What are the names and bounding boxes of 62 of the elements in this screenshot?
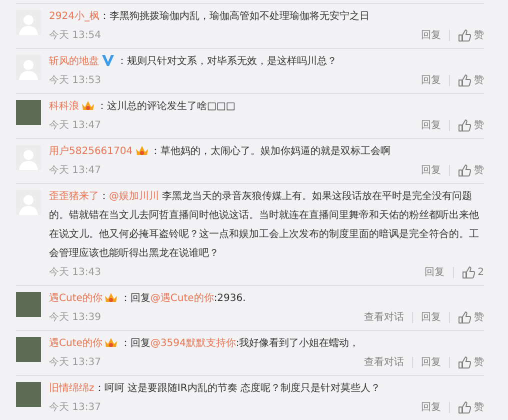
thumbs-up-icon [458, 74, 471, 87]
verified-icon [101, 54, 115, 66]
reply-link[interactable]: 回复 [413, 30, 450, 41]
thumbs-up-icon [458, 29, 471, 42]
comment-text: 科科浪 ：这川总的评论发生了啥□□□ [49, 98, 236, 114]
username-link[interactable]: 遇Cute的你 [49, 338, 102, 349]
like-button[interactable]: 赞 [450, 71, 484, 90]
comment-time: 今天 13:54 [49, 29, 101, 43]
comment-time: 今天 13:37 [49, 401, 101, 415]
reply-link[interactable]: 回复 [413, 312, 450, 323]
like-button[interactable]: 2 [454, 263, 484, 282]
like-button[interactable]: 赞 [450, 161, 484, 180]
reply-link[interactable]: 查看对话 [356, 312, 413, 323]
thumbs-up-icon [458, 401, 471, 414]
comment-text: 用户5825661704 ：草他妈的，太闹心了。娱加你妈逼的就是双标工会啊 [49, 143, 392, 159]
reply-link[interactable]: 回复 [416, 267, 454, 278]
comment-time: 今天 13:47 [49, 164, 101, 178]
comment-text: 斩风的地盘 ：规则只针对文系，对毕系无效，是这样吗川总？ [49, 53, 338, 69]
comment-time: 今天 13:53 [49, 74, 101, 88]
username-link[interactable]: 旧情绵绵z [49, 383, 94, 394]
username-link[interactable]: 科科浪 [49, 101, 79, 112]
thumbs-up-icon [458, 164, 471, 177]
comment-text: 2924小_枫：李黑狗挑拨瑜伽内乱，瑜伽高管如不处理瑜伽将无安宁之日 [49, 10, 370, 24]
username-link[interactable]: 歪歪猪来了 [49, 191, 99, 202]
reply-link[interactable]: 回复 [413, 402, 450, 413]
reply-link[interactable]: 回复 [413, 75, 450, 86]
like-button[interactable]: 赞 [450, 398, 484, 417]
comment-text: 遇Cute的你 ：回复@遇Cute的你:2936. [49, 290, 247, 306]
comment-time: 今天 13:37 [49, 356, 101, 370]
like-button[interactable]: 赞 [450, 26, 484, 45]
crown-icon [134, 144, 149, 156]
comment-text: 歪歪猪来了：@娱加川川 李黑龙当天的录音灰狼传媒上有。如果这段话放在平时是完全没有问题的。错就错在当文儿去阿哲直播间时他说这话。当时就连在直播间里舞帝和天佑的粉丝都听出来他在说文儿。他又何必掩耳盗铃呢？这一点和娱加工会上次发布的制度里面的暗讽是完全符合的。工会管理应该也能听得出黑龙在说谁吧？ [49, 190, 480, 261]
photo-placeholder [16, 337, 41, 362]
like-button[interactable]: 赞 [450, 353, 484, 372]
thumbs-up-icon [458, 311, 471, 324]
mention-link[interactable]: @遇Cute的你 [150, 293, 214, 304]
username-link[interactable]: 用户5825661704 [49, 146, 133, 157]
photo-placeholder [16, 100, 41, 125]
photo-placeholder [16, 292, 41, 317]
like-button[interactable]: 赞 [450, 116, 484, 135]
crown-icon [104, 291, 118, 303]
thumbs-up-icon [458, 119, 471, 132]
reply-link[interactable]: 查看对话 [356, 357, 413, 368]
thumbs-up-icon [462, 266, 475, 279]
reply-link[interactable]: 回复 [413, 357, 450, 368]
photo-placeholder [16, 382, 41, 407]
crown-icon [81, 99, 95, 111]
username-link[interactable]: 2924小_枫 [49, 11, 100, 22]
comment-text: 遇Cute的你 ：回复@3594默默支持你:我好像看到了小姐在蠕动， [49, 335, 360, 351]
crown-icon [104, 336, 118, 348]
comment-time: 今天 13:47 [49, 119, 101, 133]
username-link[interactable]: 遇Cute的你 [49, 293, 102, 304]
comment-text: 旧情绵绵z：呵呵 这是要跟随IR内乱的节奏 态度呢？制度只是针对莫些人？ [49, 382, 382, 396]
reply-link[interactable]: 回复 [413, 120, 450, 131]
thumbs-up-icon [458, 356, 471, 369]
comment-time: 今天 13:43 [49, 266, 101, 280]
mention-link[interactable]: @3594默默支持你 [150, 338, 236, 349]
reply-link[interactable]: 回复 [413, 165, 450, 176]
like-button[interactable]: 赞 [450, 308, 484, 327]
username-link[interactable]: 斩风的地盘 [49, 56, 99, 67]
mention-link[interactable]: @娱加川川 [109, 191, 159, 202]
comment-time: 今天 13:39 [49, 311, 101, 325]
